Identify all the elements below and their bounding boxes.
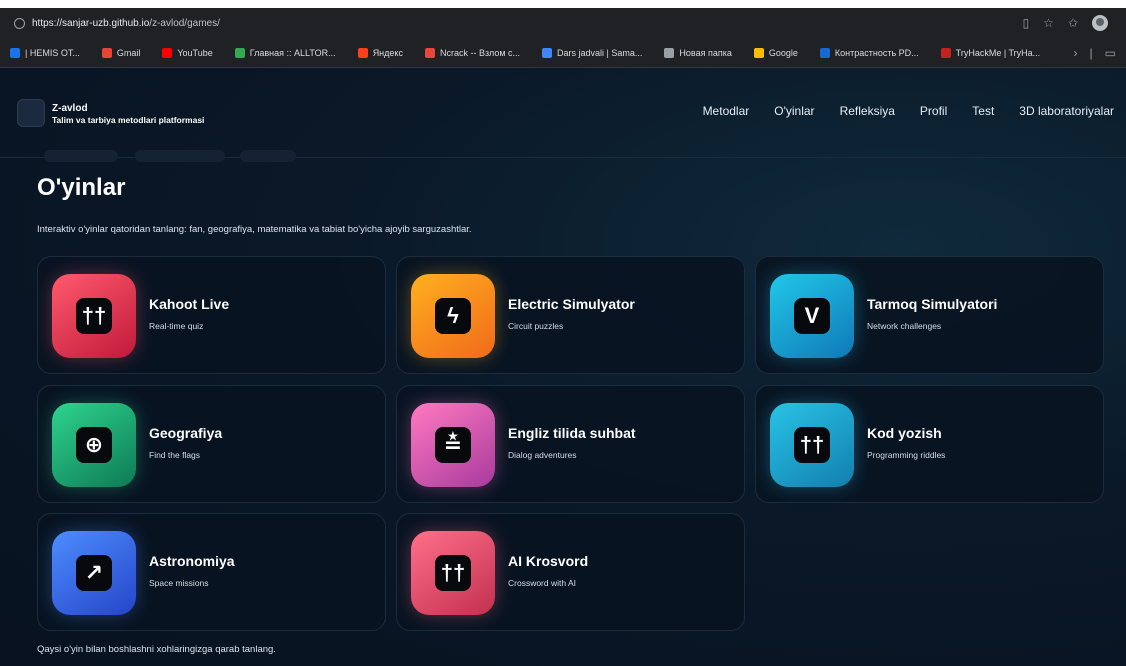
game-card-engliz-tilida-suhbat[interactable]: ≛ Engliz tilida suhbat Dialog adventures [396, 385, 745, 503]
folder-icon [664, 47, 675, 58]
card-tile: ≛ [411, 403, 495, 487]
bookmark-item[interactable]: YouTube [162, 47, 213, 58]
yandex-icon [357, 47, 368, 58]
card-tile: ϟ [411, 274, 495, 358]
card-title: Engliz tilida suhbat [508, 425, 636, 441]
nav-link-profil[interactable]: Profil [920, 104, 947, 118]
bookmark-item[interactable]: TryHackMe | TryHa... [940, 47, 1040, 58]
star-icon[interactable]: ☆ [1043, 16, 1054, 30]
browser-address-bar: https://sanjar-uzb.github.io /z-avlod/ga… [0, 8, 1126, 38]
rocket-icon: ↗ [76, 555, 112, 591]
bookmark-item[interactable]: Контрастность PD... [819, 47, 919, 58]
card-subtitle: Circuit puzzles [508, 321, 564, 331]
bookmark-icon [542, 47, 553, 58]
bookmark-icon [424, 47, 435, 58]
game-card-kahoot-live[interactable]: †† Kahoot Live Real-time quiz [37, 256, 386, 374]
profile-avatar-icon[interactable] [1092, 15, 1108, 31]
card-subtitle: Space missions [149, 578, 209, 588]
game-card-tarmoq-simulyatori[interactable]: V Tarmoq Simulyatori Network challenges [755, 256, 1104, 374]
nav-link-test[interactable]: Test [972, 104, 994, 118]
placeholder-pill [240, 150, 296, 162]
card-title: AI Krosvord [508, 553, 589, 569]
gmail-icon [101, 47, 112, 58]
game-card-electric-simulyator[interactable]: ϟ Electric Simulyator Circuit puzzles [396, 256, 745, 374]
google-icon [753, 47, 764, 58]
nav-link-refleksiya[interactable]: Refleksiya [840, 104, 895, 118]
card-tile: †† [52, 274, 136, 358]
page-title: O'yinlar [37, 174, 126, 201]
bookmark-item[interactable]: Главная :: ALLTOR... [234, 47, 336, 58]
bookmark-icon [10, 47, 20, 58]
folder-icon[interactable]: ▭ [1105, 46, 1116, 60]
favorites-icon[interactable]: ✩ [1068, 16, 1078, 30]
bookmark-item[interactable]: Новая папка [664, 47, 732, 58]
crossword-icon: †† [435, 555, 471, 591]
game-card-astronomiya[interactable]: ↗ Astronomiya Space missions [37, 513, 386, 631]
card-tile: †† [411, 531, 495, 615]
card-title: Geografiya [149, 425, 223, 441]
nav-link-3d-laboratoriyalar[interactable]: 3D laboratoriyalar [1019, 104, 1114, 118]
network-icon: V [794, 298, 830, 334]
card-title: Kod yozish [867, 425, 942, 441]
url-host: https://sanjar-uzb.github.io [32, 17, 150, 29]
page-subtitle: Interaktiv o'yinlar qatoridan tanlang: f… [37, 224, 472, 235]
bookmarks-bar: | HEMIS OT... Gmail YouTube Главная :: A… [0, 38, 1126, 68]
url-path: /z-avlod/games/ [149, 17, 220, 29]
brand-name: Z-avlod [52, 103, 88, 114]
reader-mode-icon[interactable]: ▯ [1023, 16, 1030, 30]
site-info-icon[interactable] [14, 17, 25, 29]
placeholder-pill [44, 150, 118, 162]
bookmark-item[interactable]: | HEMIS OT... [10, 47, 80, 58]
card-subtitle: Programming riddles [867, 450, 946, 460]
nav-link-oyinlar[interactable]: O'yinlar [774, 104, 814, 118]
card-subtitle: Crossword with AI [508, 578, 577, 588]
bookmark-item[interactable]: Ncrack -- Взлом с... [424, 47, 520, 58]
nav-link-metodlar[interactable]: Metodlar [703, 104, 750, 118]
bookmark-item[interactable]: Google [753, 47, 798, 58]
divider: | [1089, 46, 1093, 60]
card-subtitle: Dialog adventures [508, 450, 577, 460]
card-subtitle: Network challenges [867, 321, 942, 331]
footer-hint: Qaysi o'yin bilan boshlashni xohlaringiz… [37, 644, 276, 655]
brand-subtitle: Talim va tarbiya metodlari platformasi [52, 115, 205, 125]
bookmark-item[interactable]: Gmail [101, 47, 140, 58]
code-icon: †† [794, 427, 830, 463]
bookmark-item[interactable]: Dars jadvali | Sama... [542, 47, 642, 58]
logo-icon[interactable] [17, 99, 45, 127]
game-card-kod-yozish[interactable]: †† Kod yozish Programming riddles [755, 385, 1104, 503]
url-field[interactable]: https://sanjar-uzb.github.io /z-avlod/ga… [14, 12, 1023, 34]
game-card-geografiya[interactable]: ⊕ Geografiya Find the flags [37, 385, 386, 503]
card-subtitle: Find the flags [149, 450, 201, 460]
globe-icon: ⊕ [76, 427, 112, 463]
lightning-icon: ϟ [435, 298, 471, 334]
card-subtitle: Real-time quiz [149, 321, 204, 331]
chevron-right-icon[interactable]: › [1074, 46, 1078, 60]
card-title: Astronomiya [149, 553, 235, 569]
bookmark-item[interactable]: Яндекс [357, 47, 403, 58]
card-title: Kahoot Live [149, 296, 230, 312]
dagger-icon: †† [76, 298, 112, 334]
bookmark-icon [234, 47, 245, 58]
site-page: Z-avlod Talim va tarbiya metodlari platf… [0, 68, 1126, 666]
card-tile: ⊕ [52, 403, 136, 487]
youtube-icon [162, 47, 173, 58]
tryhackme-icon [940, 47, 951, 58]
top-nav: Z-avlod Talim va tarbiya metodlari platf… [0, 68, 1126, 158]
card-tile: †† [770, 403, 854, 487]
bookmark-icon [819, 47, 830, 58]
card-tile: V [770, 274, 854, 358]
dialog-icon: ≛ [435, 427, 471, 463]
card-title: Electric Simulyator [508, 296, 635, 312]
card-title: Tarmoq Simulyatori [867, 296, 998, 312]
game-card-ai-krosvord[interactable]: †† AI Krosvord Crossword with AI [396, 513, 745, 631]
placeholder-pill [135, 150, 225, 162]
card-tile: ↗ [52, 531, 136, 615]
